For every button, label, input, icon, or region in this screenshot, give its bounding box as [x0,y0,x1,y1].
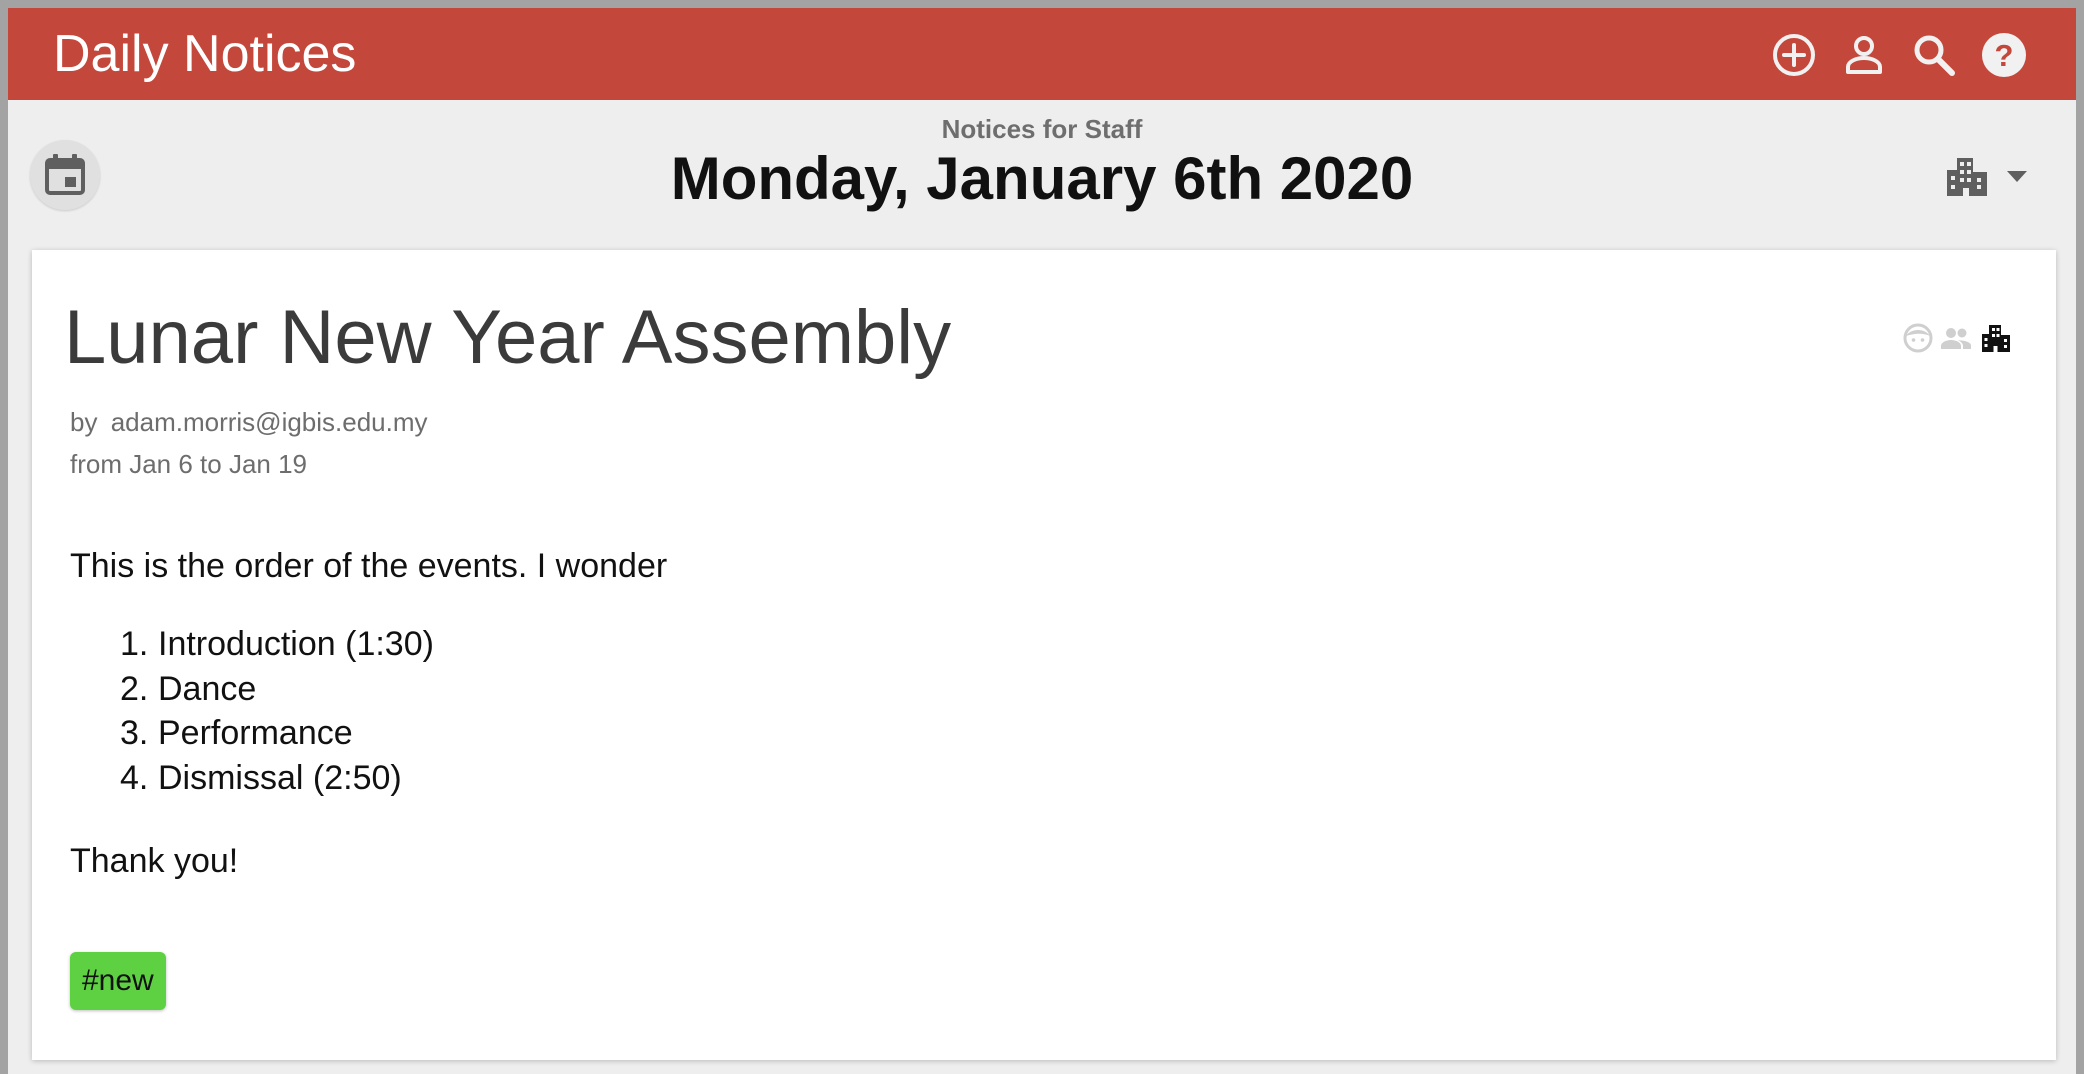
parents-icon [1940,322,1972,354]
add-circle-icon[interactable] [1770,31,1818,79]
notice-audience-icons [1902,322,2022,356]
list-item-text: Dance [158,669,257,708]
student-face-icon [1902,322,1934,354]
list-item: 3. Performance [120,711,434,756]
search-icon[interactable] [1910,31,1958,79]
dropdown-caret-icon [2007,171,2027,182]
app-title: Daily Notices [53,25,357,83]
list-item-text: Dismissal (2:50) [158,758,402,797]
notice-date-range: from Jan 6 to Jan 19 [70,449,308,479]
page-title: Monday, January 6th 2020 [670,145,1414,212]
help-icon[interactable]: ? [1980,31,2028,79]
list-item-number: 2. [120,669,149,708]
notice-closing: Thank you! [70,842,239,880]
audience-subtitle: Notices for Staff [941,114,1143,144]
notice-title: Lunar New Year Assembly [64,295,952,380]
list-item-number: 4. [120,758,149,797]
notice-card: Lunar New Year Assembly by adam.morris@i… [32,250,2056,1060]
list-item: 4. Dismissal (2:50) [120,756,434,801]
staff-building-icon [1980,322,2012,354]
author-email[interactable]: adam.morris@igbis.edu.my [111,407,428,437]
list-item-text: Introduction (1:30) [158,625,434,663]
notice-intro: This is the order of the events. I wonde… [70,547,668,585]
list-item: 1. Introduction (1:30) [120,622,434,667]
tag-chip[interactable]: #new [70,952,166,1010]
by-label: by [70,407,98,437]
svg-text:?: ? [1995,38,2014,73]
building-icon [1947,158,1987,196]
notice-author-line: by adam.morris@igbis.edu.my [70,406,428,438]
list-item-number: 1. [120,625,149,663]
list-item: 2. Dance [120,667,434,712]
app-window: Daily Notices ? Notices for Staff Monday… [8,8,2076,1074]
audience-filter-select[interactable] [1943,152,2043,202]
app-bar: Daily Notices ? [8,8,2076,100]
list-item-text: Performance [158,714,353,752]
account-icon[interactable] [1840,31,1888,79]
date-header: Notices for Staff Monday, January 6th 20… [8,100,2076,250]
event-order-list: 1. Introduction (1:30) 2. Dance 3. Performa… [120,622,434,800]
list-item-number: 3. [120,714,149,752]
